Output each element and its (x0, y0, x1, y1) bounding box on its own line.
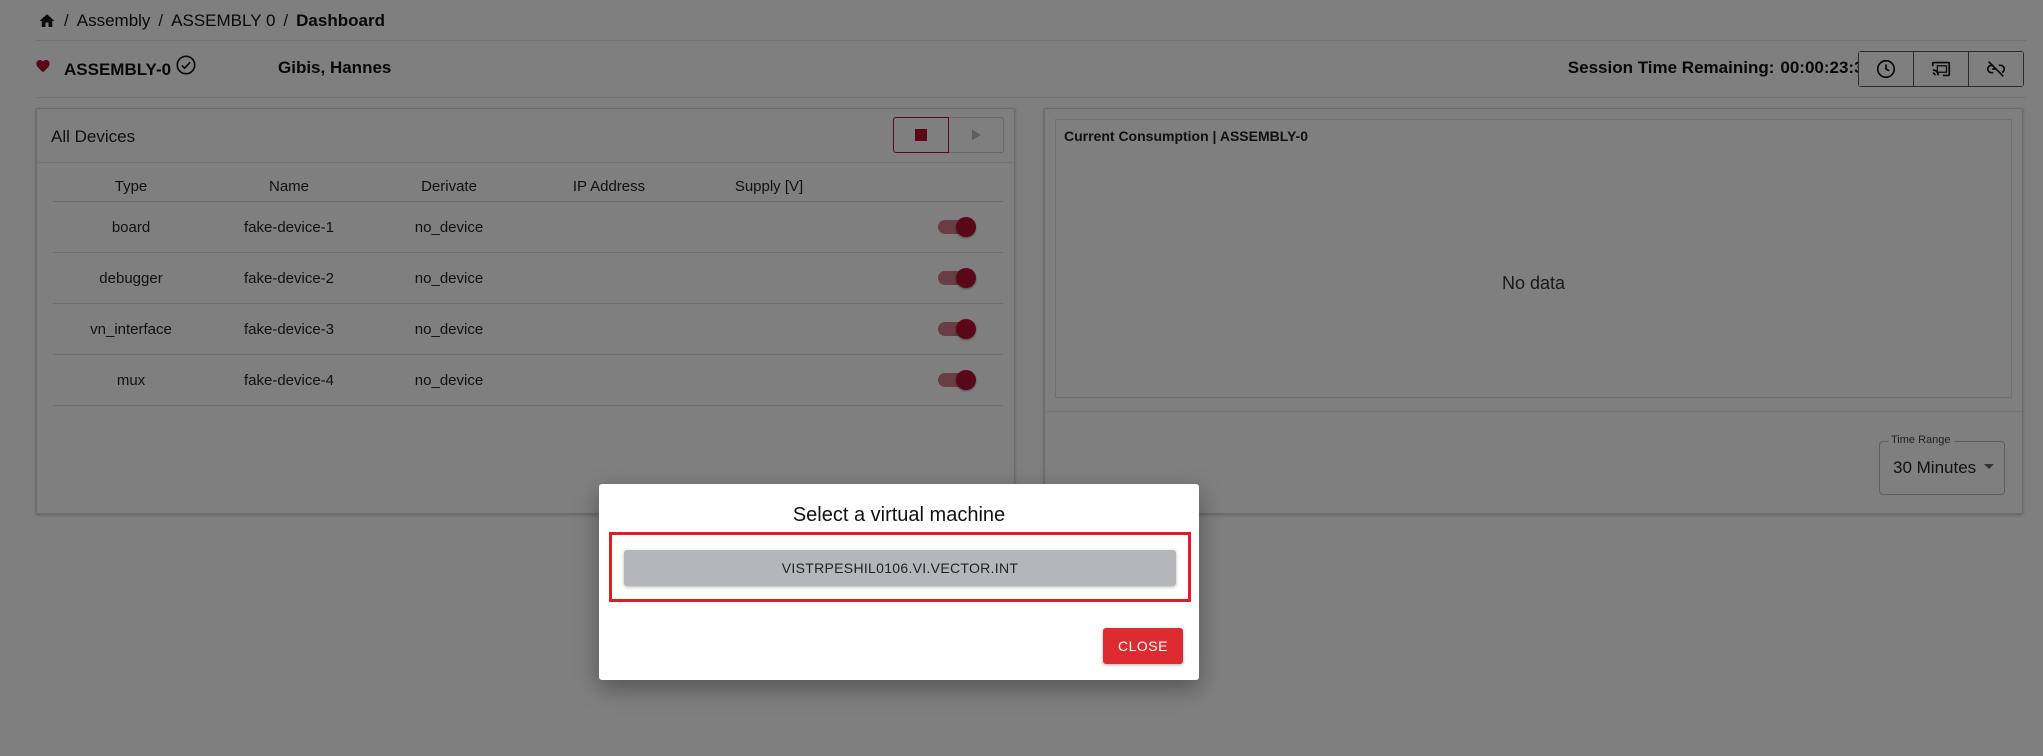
app-root: / Assembly / ASSEMBLY 0 / Dashboard ASSE… (0, 0, 2043, 756)
select-vm-dialog: Select a virtual machine VISTRPESHIL0106… (599, 484, 1199, 680)
vm-option-button[interactable]: VISTRPESHIL0106.VI.VECTOR.INT (624, 550, 1176, 586)
dialog-title: Select a virtual machine (792, 504, 1006, 526)
close-button[interactable]: CLOSE (1103, 628, 1183, 664)
highlight-box: VISTRPESHIL0106.VI.VECTOR.INT (609, 532, 1191, 602)
